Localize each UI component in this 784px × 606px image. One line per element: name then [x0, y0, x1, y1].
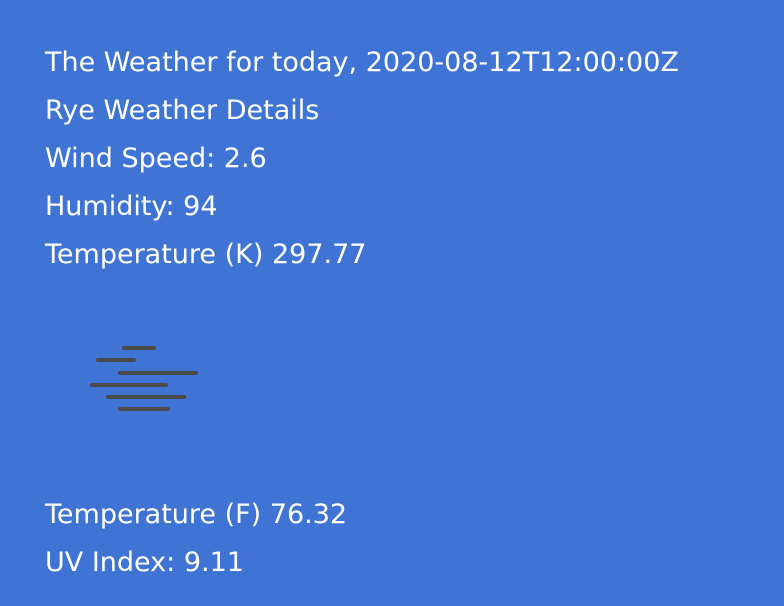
uv-index-label: UV Index:	[45, 547, 176, 578]
temperature-kelvin-value: 297.77	[271, 239, 367, 270]
temperature-kelvin-label: Temperature (K)	[45, 239, 264, 270]
fog-icon	[90, 346, 198, 411]
wind-speed-value: 2.6	[223, 143, 267, 174]
wind-speed-label: Wind Speed:	[45, 143, 216, 174]
temperature-fahrenheit-label: Temperature (F)	[45, 499, 262, 530]
location-heading: Rye Weather Details	[45, 95, 320, 126]
weather-title: The Weather for today, 2020-08-12T12:00:…	[45, 46, 679, 80]
weather-title-prefix: The Weather for today,	[45, 47, 358, 78]
uv-index-row: UV Index: 9.11	[45, 546, 244, 580]
temperature-fahrenheit-value: 76.32	[269, 499, 348, 530]
humidity-value: 94	[183, 191, 218, 222]
temperature-fahrenheit-row: Temperature (F) 76.32	[45, 498, 347, 532]
weather-date: 2020-08-12T12:00:00Z	[365, 47, 679, 78]
weather-panel: The Weather for today, 2020-08-12T12:00:…	[0, 0, 784, 606]
temperature-kelvin-row: Temperature (K) 297.77	[45, 238, 366, 272]
humidity-row: Humidity: 94	[45, 190, 218, 224]
uv-index-value: 9.11	[183, 547, 244, 578]
humidity-label: Humidity:	[45, 191, 175, 222]
wind-speed-row: Wind Speed: 2.6	[45, 142, 267, 176]
